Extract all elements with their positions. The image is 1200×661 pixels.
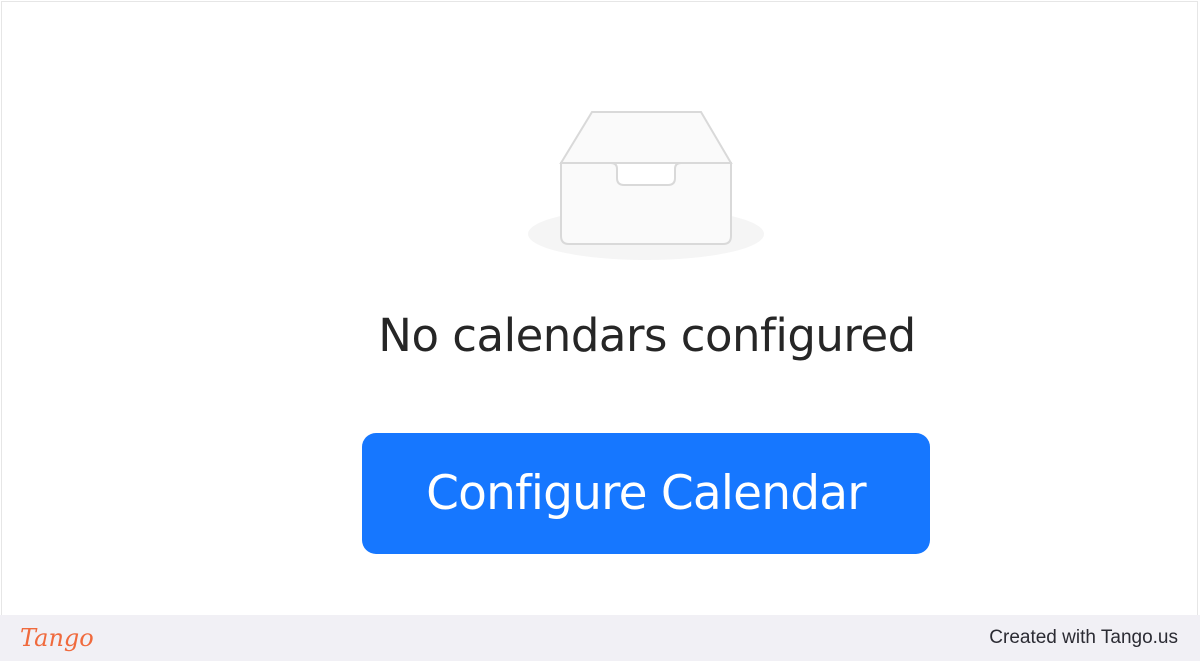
tango-logo[interactable]: Tango <box>20 621 94 655</box>
calendar-panel: No calendars configured Configure Calend… <box>1 1 1198 615</box>
tango-footer: Tango Created with Tango.us <box>0 615 1200 661</box>
configure-calendar-button[interactable]: Configure Calendar <box>362 433 930 554</box>
inbox-tray-icon <box>528 111 764 260</box>
screenshot-frame: No calendars configured Configure Calend… <box>0 0 1200 661</box>
empty-state-message: No calendars configured <box>378 309 916 362</box>
created-with-credit[interactable]: Created with Tango.us <box>989 615 1178 661</box>
